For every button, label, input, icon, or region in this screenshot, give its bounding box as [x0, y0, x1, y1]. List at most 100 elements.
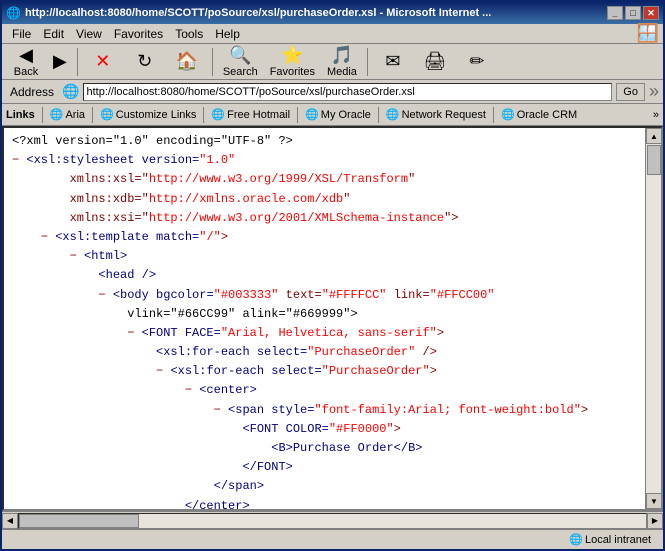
menu-view[interactable]: View [70, 25, 108, 43]
collapse-icon[interactable]: − [156, 364, 170, 378]
xml-line: <?xml version="1.0" encoding="UTF-8" ?> [12, 132, 637, 151]
stop-icon: ✕ [95, 51, 110, 72]
title-bar: 🌐 http://localhost:8080/home/SCOTT/poSou… [2, 2, 663, 24]
address-label: Address [6, 85, 58, 99]
xml-line: <xsl:for-each select="PurchaseOrder" /> [12, 343, 637, 362]
search-button[interactable]: 🔍 Search [218, 42, 263, 81]
toolbar-separator-2 [212, 48, 213, 76]
window-title: http://localhost:8080/home/SCOTT/poSourc… [25, 7, 607, 19]
window-controls[interactable]: _ □ ✕ [607, 6, 659, 20]
xml-viewer[interactable]: <?xml version="1.0" encoding="UTF-8" ?>−… [4, 128, 645, 509]
link-customize[interactable]: 🌐 Customize Links [96, 107, 200, 122]
xml-line: − <xsl:for-each select="PurchaseOrder"> [12, 362, 637, 381]
go-button[interactable]: Go [616, 83, 645, 101]
toolbar: ◀ Back ▶ ✕ ↻ 🏠 🔍 Search ⭐ Favorites 🎵 Me… [2, 44, 663, 80]
xml-line: vlink="#66CC99" alink="#669999"> [12, 305, 637, 324]
mail-button[interactable]: ✉ [373, 48, 413, 75]
collapse-icon[interactable]: − [127, 326, 141, 340]
xml-line: − <FONT FACE="Arial, Helvetica, sans-ser… [12, 324, 637, 343]
back-button[interactable]: ◀ Back [6, 42, 46, 81]
media-icon: 🎵 [331, 45, 353, 66]
menu-help[interactable]: Help [209, 25, 246, 43]
vertical-scrollbar[interactable]: ▲ ▼ [645, 128, 661, 509]
xml-line: − <html> [12, 247, 637, 266]
xml-line: </span> [12, 477, 637, 496]
menu-edit[interactable]: Edit [37, 25, 70, 43]
edit-button[interactable]: ✏ [457, 48, 497, 75]
favorites-label: Favorites [270, 66, 315, 78]
hscroll-thumb[interactable] [19, 514, 139, 528]
collapse-icon[interactable]: − [185, 383, 199, 397]
link-hotmail-icon: 🌐 [211, 108, 225, 121]
links-separator-5 [378, 107, 379, 123]
collapse-icon[interactable]: − [70, 249, 84, 263]
scroll-up-button[interactable]: ▲ [646, 128, 662, 144]
home-icon: 🏠 [176, 51, 198, 72]
links-expand-icon[interactable]: » [653, 109, 659, 121]
link-hotmail[interactable]: 🌐 Free Hotmail [207, 107, 294, 122]
mail-icon: ✉ [385, 51, 400, 72]
close-button[interactable]: ✕ [643, 6, 659, 20]
menu-tools[interactable]: Tools [169, 25, 209, 43]
back-label: Back [14, 66, 38, 78]
browser-icon: 🌐 [6, 6, 21, 20]
link-network-icon: 🌐 [386, 108, 400, 121]
home-button[interactable]: 🏠 [167, 48, 207, 75]
links-label: Links [6, 109, 39, 121]
link-network-request[interactable]: 🌐 Network Request [382, 107, 490, 122]
links-separator [42, 107, 43, 123]
zone-label: Local intranet [585, 534, 651, 546]
xml-line: − <xsl:stylesheet version="1.0" [12, 151, 637, 170]
favorites-icon: ⭐ [281, 45, 303, 66]
scroll-left-button[interactable]: ◀ [2, 513, 18, 529]
xml-line: xmlns:xdb="http://xmlns.oracle.com/xdb" [12, 190, 637, 209]
xml-line: xmlns:xsl="http://www.w3.org/1999/XSL/Tr… [12, 170, 637, 189]
horizontal-scrollbar[interactable]: ◀ ▶ [2, 511, 663, 529]
link-aria-icon: 🌐 [50, 108, 64, 121]
stop-button[interactable]: ✕ [83, 48, 123, 75]
link-customize-icon: 🌐 [100, 108, 114, 121]
content-area: <?xml version="1.0" encoding="UTF-8" ?>−… [2, 126, 663, 511]
toolbar-separator-1 [77, 48, 78, 76]
link-aria[interactable]: 🌐 Aria [46, 107, 89, 122]
xml-line: − <center> [12, 381, 637, 400]
menu-file[interactable]: File [6, 25, 37, 43]
xml-line: − <body bgcolor="#003333" text="#FFFFCC"… [12, 286, 637, 305]
xml-line: − <xsl:template match="/"> [12, 228, 637, 247]
scroll-right-button[interactable]: ▶ [647, 513, 663, 529]
forward-icon: ▶ [53, 51, 67, 72]
back-icon: ◀ [19, 45, 33, 66]
refresh-button[interactable]: ↻ [125, 48, 165, 75]
scroll-down-button[interactable]: ▼ [646, 493, 662, 509]
collapse-icon[interactable]: − [41, 230, 55, 244]
expand-icon[interactable]: » [649, 81, 659, 102]
xml-line: <FONT COLOR="#FF0000"> [12, 420, 637, 439]
hscroll-track [18, 513, 647, 529]
search-icon: 🔍 [229, 45, 251, 66]
menu-bar: File Edit View Favorites Tools Help 🪟 [2, 24, 663, 44]
collapse-icon[interactable]: − [98, 288, 112, 302]
menu-favorites[interactable]: Favorites [108, 25, 169, 43]
links-separator-6 [493, 107, 494, 123]
toolbar-separator-3 [367, 48, 368, 76]
media-button[interactable]: 🎵 Media [322, 42, 362, 81]
address-page-icon: 🌐 [62, 83, 79, 100]
link-oracle-crm[interactable]: 🌐 Oracle CRM [497, 107, 581, 122]
maximize-button[interactable]: □ [625, 6, 641, 20]
windows-logo: 🪟 [637, 23, 659, 44]
print-button[interactable]: 🖨 [415, 48, 455, 75]
media-label: Media [327, 66, 357, 78]
link-oracle[interactable]: 🌐 My Oracle [301, 107, 375, 122]
collapse-icon[interactable]: − [12, 153, 26, 167]
links-bar: Links 🌐 Aria 🌐 Customize Links 🌐 Free Ho… [2, 104, 663, 126]
xml-line: xmlns:xsi="http://www.w3.org/2001/XMLSch… [12, 209, 637, 228]
links-separator-4 [297, 107, 298, 123]
forward-button[interactable]: ▶ [48, 48, 72, 75]
links-separator-2 [92, 107, 93, 123]
minimize-button[interactable]: _ [607, 6, 623, 20]
scroll-thumb[interactable] [647, 145, 661, 175]
xml-line: <B>Purchase Order</B> [12, 439, 637, 458]
collapse-icon[interactable]: − [214, 403, 228, 417]
address-input[interactable] [83, 83, 612, 101]
favorites-button[interactable]: ⭐ Favorites [265, 42, 320, 81]
